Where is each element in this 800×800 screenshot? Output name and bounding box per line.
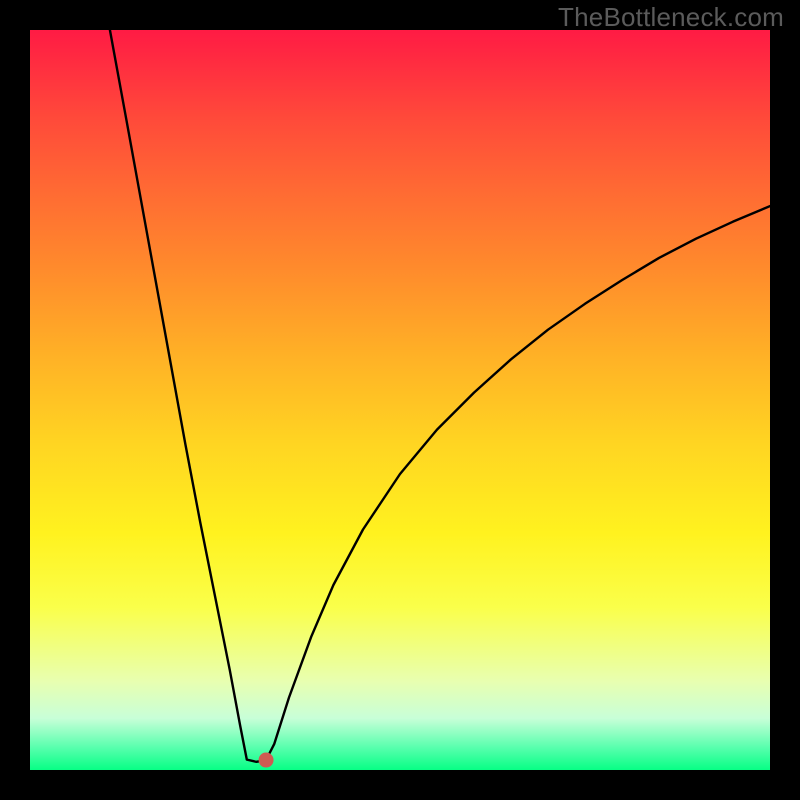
chart-frame: TheBottleneck.com: [0, 0, 800, 800]
plot-area: [30, 30, 770, 770]
optimum-marker: [259, 753, 274, 768]
bottleneck-curve: [110, 30, 770, 762]
watermark-text: TheBottleneck.com: [558, 2, 784, 33]
curve-svg: [30, 30, 770, 770]
